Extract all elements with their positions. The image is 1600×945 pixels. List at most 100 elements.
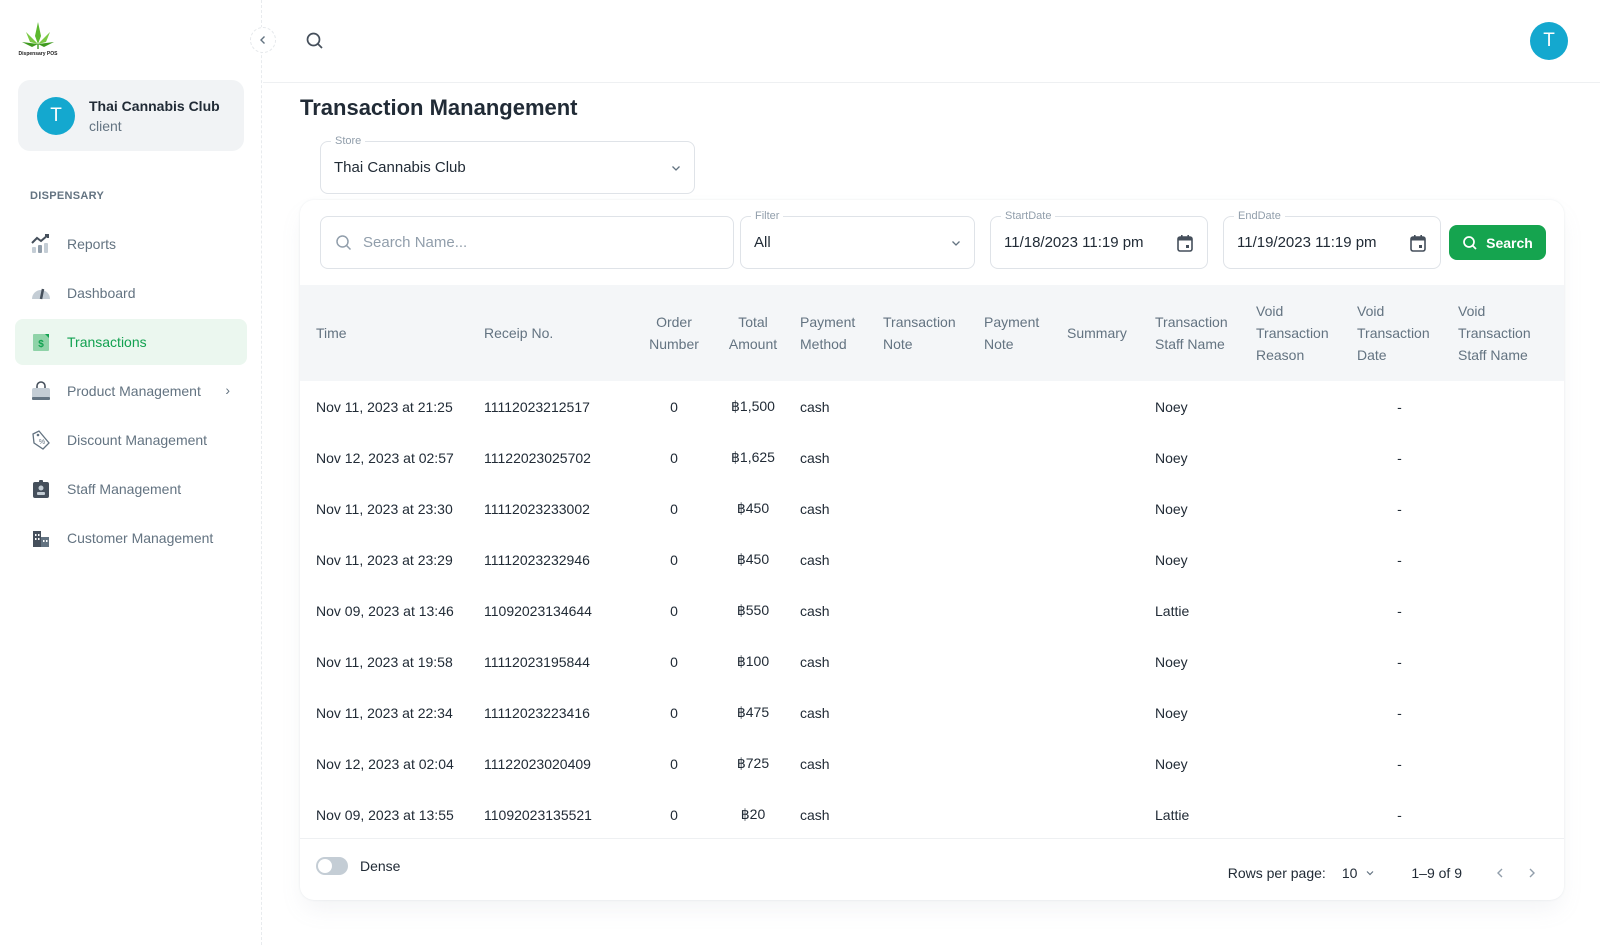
column-header-summary[interactable]: Summary [1059, 285, 1147, 381]
collapse-sidebar-button[interactable] [250, 27, 276, 53]
page-title: Transaction Manangement [300, 95, 578, 120]
column-header-receipt-no[interactable]: Receip No. [476, 285, 634, 381]
cell-payment-method: cash [800, 602, 830, 619]
sidebar-item-discount-management[interactable]: % Discount Management [15, 417, 247, 463]
transactions-card: Filter All StartDate 11/18/2023 11:19 pm… [300, 200, 1564, 900]
chevron-left-icon [260, 36, 265, 44]
end-date-label: EndDate [1234, 209, 1285, 223]
search-icon [336, 234, 352, 250]
column-header-void-date[interactable]: Void Transaction Date [1349, 285, 1450, 381]
table-header-row: Time Receip No. Order Number Total Amoun… [300, 285, 1564, 381]
table-row[interactable]: Nov 11, 2023 at 19:58 11112023195844 0 ฿100… [300, 636, 1564, 687]
chevron-down-icon [1366, 871, 1374, 876]
top-bar: T [263, 0, 1600, 83]
sidebar-item-label: Discount Management [67, 432, 208, 448]
column-header-time[interactable]: Time [300, 285, 476, 381]
column-header-void-staff-name[interactable]: Void Transaction Staff Name [1450, 285, 1564, 381]
column-header-void-reason[interactable]: Void Transaction Reason [1248, 285, 1349, 381]
table-row[interactable]: Nov 11, 2023 at 23:29 11112023232946 0 ฿450… [300, 534, 1564, 585]
dense-toggle[interactable]: Dense [316, 857, 400, 875]
rows-per-page-value: 10 [1341, 865, 1358, 881]
search-icon[interactable] [305, 31, 325, 51]
svg-text:$: $ [38, 339, 44, 350]
sidebar-item-product-management[interactable]: Product Management › [15, 368, 247, 414]
sidebar-item-reports[interactable]: Reports [15, 221, 247, 267]
previous-page-button[interactable] [1488, 861, 1512, 885]
sidebar-item-customer-management[interactable]: Customer Management [15, 515, 247, 561]
cell-time: Nov 12, 2023 at 02:57 [316, 449, 454, 466]
cell-time: Nov 11, 2023 at 23:30 [316, 500, 453, 517]
column-header-order-number[interactable]: Order Number [634, 285, 714, 381]
search-name-field[interactable] [320, 216, 734, 269]
filter-label: Filter [751, 209, 784, 223]
column-header-payment-note[interactable]: Payment Note [976, 285, 1059, 381]
pagination-range: 1–9 of 9 [1411, 865, 1462, 881]
cell-time: Nov 11, 2023 at 23:29 [316, 551, 453, 568]
column-header-total-amount[interactable]: Total Amount [714, 285, 792, 381]
pagination: Rows per page: 10 1–9 of 9 [1228, 861, 1544, 885]
store-select[interactable]: Store Thai Cannabis Club [320, 134, 695, 194]
sidebar-item-dashboard[interactable]: Dashboard [15, 270, 247, 316]
search-icon [1463, 235, 1477, 250]
cell-receipt-no: 11122023025702 [484, 449, 591, 466]
cell-void-date: - [1397, 755, 1402, 772]
cell-transaction-staff-name: Noey [1155, 653, 1188, 670]
account-name: Thai Cannabis Club [89, 97, 220, 114]
cell-void-date: - [1397, 602, 1402, 619]
cell-void-staff-name [1450, 381, 1564, 432]
table-row[interactable]: Nov 09, 2023 at 13:55 11092023135521 0 ฿20 c… [300, 789, 1564, 840]
calendar-icon[interactable] [1408, 233, 1428, 253]
search-button[interactable]: Search [1449, 225, 1546, 260]
column-header-transaction-note[interactable]: Transaction Note [875, 285, 976, 381]
column-header-payment-method[interactable]: Payment Method [792, 285, 875, 381]
cell-payment-note [976, 534, 1059, 585]
id-badge-icon [30, 478, 52, 500]
cell-void-date: - [1397, 500, 1402, 517]
bag-icon [30, 380, 52, 402]
gauge-icon [30, 282, 52, 304]
account-avatar: T [37, 96, 75, 135]
cell-total-amount: ฿100 [736, 653, 770, 669]
cell-receipt-no: 11092023134644 [484, 602, 592, 619]
cell-void-date: - [1397, 704, 1402, 721]
cell-order-number: 0 [670, 449, 678, 466]
calendar-icon[interactable] [1175, 233, 1195, 253]
cell-void-reason [1248, 483, 1349, 534]
search-name-input[interactable] [363, 234, 723, 251]
cell-summary [1059, 534, 1147, 585]
cell-order-number: 0 [670, 398, 678, 415]
cell-void-date: - [1397, 551, 1402, 568]
dense-switch[interactable] [316, 857, 348, 875]
cell-order-number: 0 [670, 500, 678, 517]
sidebar-item-staff-management[interactable]: Staff Management [15, 466, 247, 512]
cell-total-amount: ฿550 [736, 602, 770, 618]
user-avatar[interactable]: T [1530, 22, 1568, 60]
cell-transaction-note [875, 432, 976, 483]
cell-payment-note [976, 585, 1059, 636]
cell-transaction-note [875, 687, 976, 738]
app-logo[interactable]: Dispensary POS [18, 20, 58, 60]
cell-summary [1059, 381, 1147, 432]
table-row[interactable]: Nov 12, 2023 at 02:04 11122023020409 0 ฿725… [300, 738, 1564, 789]
table-row[interactable]: Nov 11, 2023 at 21:25 11112023212517 0 ฿1,5… [300, 381, 1564, 432]
next-page-button[interactable] [1520, 861, 1544, 885]
column-header-transaction-staff-name[interactable]: Transaction Staff Name [1147, 285, 1248, 381]
end-date-field[interactable]: EndDate 11/19/2023 11:19 pm [1223, 209, 1441, 269]
store-label: Store [331, 134, 366, 148]
filter-select[interactable]: Filter All [740, 209, 975, 269]
cell-time: Nov 11, 2023 at 22:34 [316, 704, 453, 721]
sidebar-item-transactions[interactable]: $ Transactions [15, 319, 247, 365]
cell-payment-method: cash [800, 755, 830, 772]
cell-void-date: - [1397, 398, 1402, 415]
table-row[interactable]: Nov 11, 2023 at 23:30 11112023233002 0 ฿450… [300, 483, 1564, 534]
cell-void-date: - [1397, 806, 1402, 823]
chevron-right-icon [1529, 868, 1535, 878]
account-card[interactable]: T Thai Cannabis Club client [18, 80, 244, 151]
start-date-field[interactable]: StartDate 11/18/2023 11:19 pm [990, 209, 1208, 269]
table-row[interactable]: Nov 11, 2023 at 22:34 11112023223416 0 ฿475… [300, 687, 1564, 738]
table-row[interactable]: Nov 09, 2023 at 13:46 11092023134644 0 ฿550… [300, 585, 1564, 636]
cell-receipt-no: 11112023223416 [484, 704, 590, 721]
sidebar-item-label: Staff Management [67, 481, 182, 497]
rows-per-page-select[interactable]: 10 [1342, 865, 1376, 881]
table-row[interactable]: Nov 12, 2023 at 02:57 11122023025702 0 ฿1,6… [300, 432, 1564, 483]
